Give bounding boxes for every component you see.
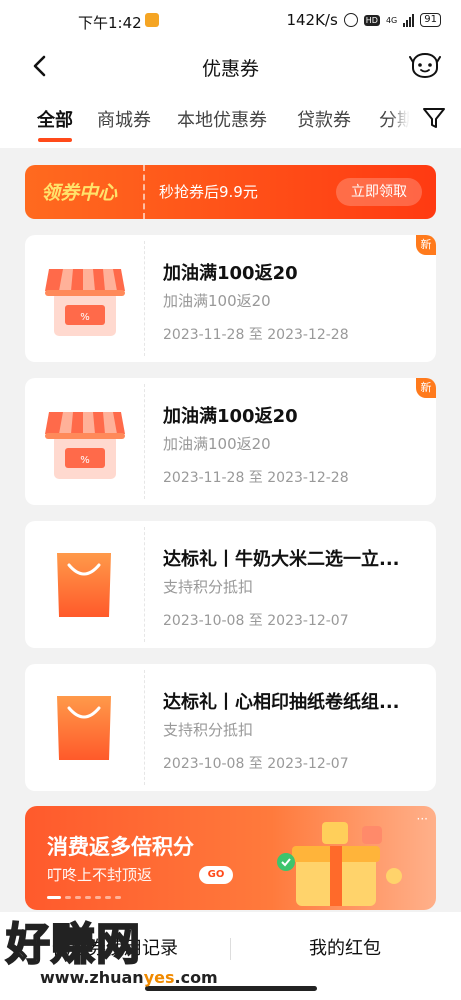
notification-icon <box>145 13 159 27</box>
promo-title: 消费返多倍积分 <box>47 835 194 859</box>
tab-loan-coupon[interactable]: 贷款券 <box>297 106 351 132</box>
coupon-date: 2023-11-28 至 2023-12-28 <box>163 470 349 486</box>
shopping-bag-icon <box>57 696 111 760</box>
banner-divider <box>143 165 145 219</box>
status-bar: 下午1:42 142K/s HD 4G 91 <box>0 0 461 40</box>
gift-box-icon <box>277 822 402 906</box>
carousel-dots <box>47 896 121 899</box>
coupon-date: 2023-10-08 至 2023-12-07 <box>163 613 349 629</box>
coupon-title: 加油满100返20 <box>163 406 298 427</box>
battery-icon: 91 <box>420 13 441 27</box>
network-type: 4G <box>385 15 398 25</box>
svg-text:%: % <box>80 455 90 466</box>
banner-text: 秒抢券后9.9元 <box>159 183 258 201</box>
coupon-subtitle: 加油满100返20 <box>163 292 271 310</box>
coupon-divider <box>144 384 145 499</box>
signal-icon <box>403 13 415 27</box>
coupon-card[interactable]: % 加油满100返20 加油满100返20 2023-11-28 至 2023-… <box>25 378 436 505</box>
status-time: 下午1:42 <box>78 14 142 32</box>
coupon-subtitle: 支持积分抵扣 <box>163 721 254 739</box>
coupon-title: 达标礼丨心相印抽纸卷纸组... <box>163 692 400 713</box>
coupon-divider <box>144 241 145 356</box>
tab-all[interactable]: 全部 <box>37 106 73 132</box>
coupon-title: 加油满100返20 <box>163 263 298 284</box>
nav-bar: 优惠券 <box>0 40 461 92</box>
coupon-center-banner[interactable]: 领券中心 秒抢券后9.9元 立即领取 <box>25 165 436 219</box>
svg-text:%: % <box>80 312 90 323</box>
coupon-card[interactable]: 达标礼丨心相印抽纸卷纸组... 支持积分抵扣 2023-10-08 至 2023… <box>25 664 436 791</box>
new-badge: 新 <box>416 235 436 255</box>
active-tab-indicator <box>38 138 72 142</box>
go-button[interactable]: GO <box>199 866 233 884</box>
coupon-card[interactable]: 达标礼丨牛奶大米二选一立... 支持积分抵扣 2023-10-08 至 2023… <box>25 521 436 648</box>
my-red-packets-button[interactable]: 我的红包 <box>230 934 460 960</box>
alarm-icon <box>343 13 358 27</box>
points-promo-banner[interactable]: 消费返多倍积分 叮咚上不封顶返 GO ··· <box>25 806 436 910</box>
promo-subtitle: 叮咚上不封顶返 <box>47 866 153 884</box>
coupon-date: 2023-11-28 至 2023-12-28 <box>163 327 349 343</box>
filter-area <box>409 92 461 148</box>
coupon-subtitle: 加油满100返20 <box>163 435 271 453</box>
new-badge: 新 <box>416 378 436 398</box>
network-speed: 142K/s <box>286 11 338 29</box>
more-dots-icon: ··· <box>416 812 428 826</box>
status-right: 142K/s HD 4G 91 <box>286 11 441 29</box>
coupon-divider <box>144 670 145 785</box>
coupon-title: 达标礼丨牛奶大米二选一立... <box>163 549 400 570</box>
shopping-bag-icon <box>57 553 111 617</box>
shop-icon: % <box>45 269 125 336</box>
shop-icon: % <box>45 412 125 479</box>
coupon-card[interactable]: % 加油满100返20 加油满100返20 2023-11-28 至 2023-… <box>25 235 436 362</box>
coupon-history-button[interactable]: 优惠券使用记录 <box>0 934 230 960</box>
page-title: 优惠券 <box>201 58 259 80</box>
tab-local-coupon[interactable]: 本地优惠券 <box>177 106 267 132</box>
coupon-date: 2023-10-08 至 2023-12-07 <box>163 756 349 772</box>
filter-icon[interactable] <box>421 105 447 131</box>
claim-now-button[interactable]: 立即领取 <box>336 178 422 206</box>
coupon-tabs: 全部 商城券 本地优惠券 贷款券 分期 <box>0 92 461 148</box>
customer-service-icon[interactable] <box>409 50 441 82</box>
tab-mall-coupon[interactable]: 商城券 <box>97 106 151 132</box>
coupon-subtitle: 支持积分抵扣 <box>163 578 254 596</box>
home-indicator[interactable] <box>145 986 317 991</box>
coupon-center-label: 领券中心 <box>41 182 118 204</box>
hd-icon: HD <box>363 14 380 26</box>
coupon-divider <box>144 527 145 642</box>
